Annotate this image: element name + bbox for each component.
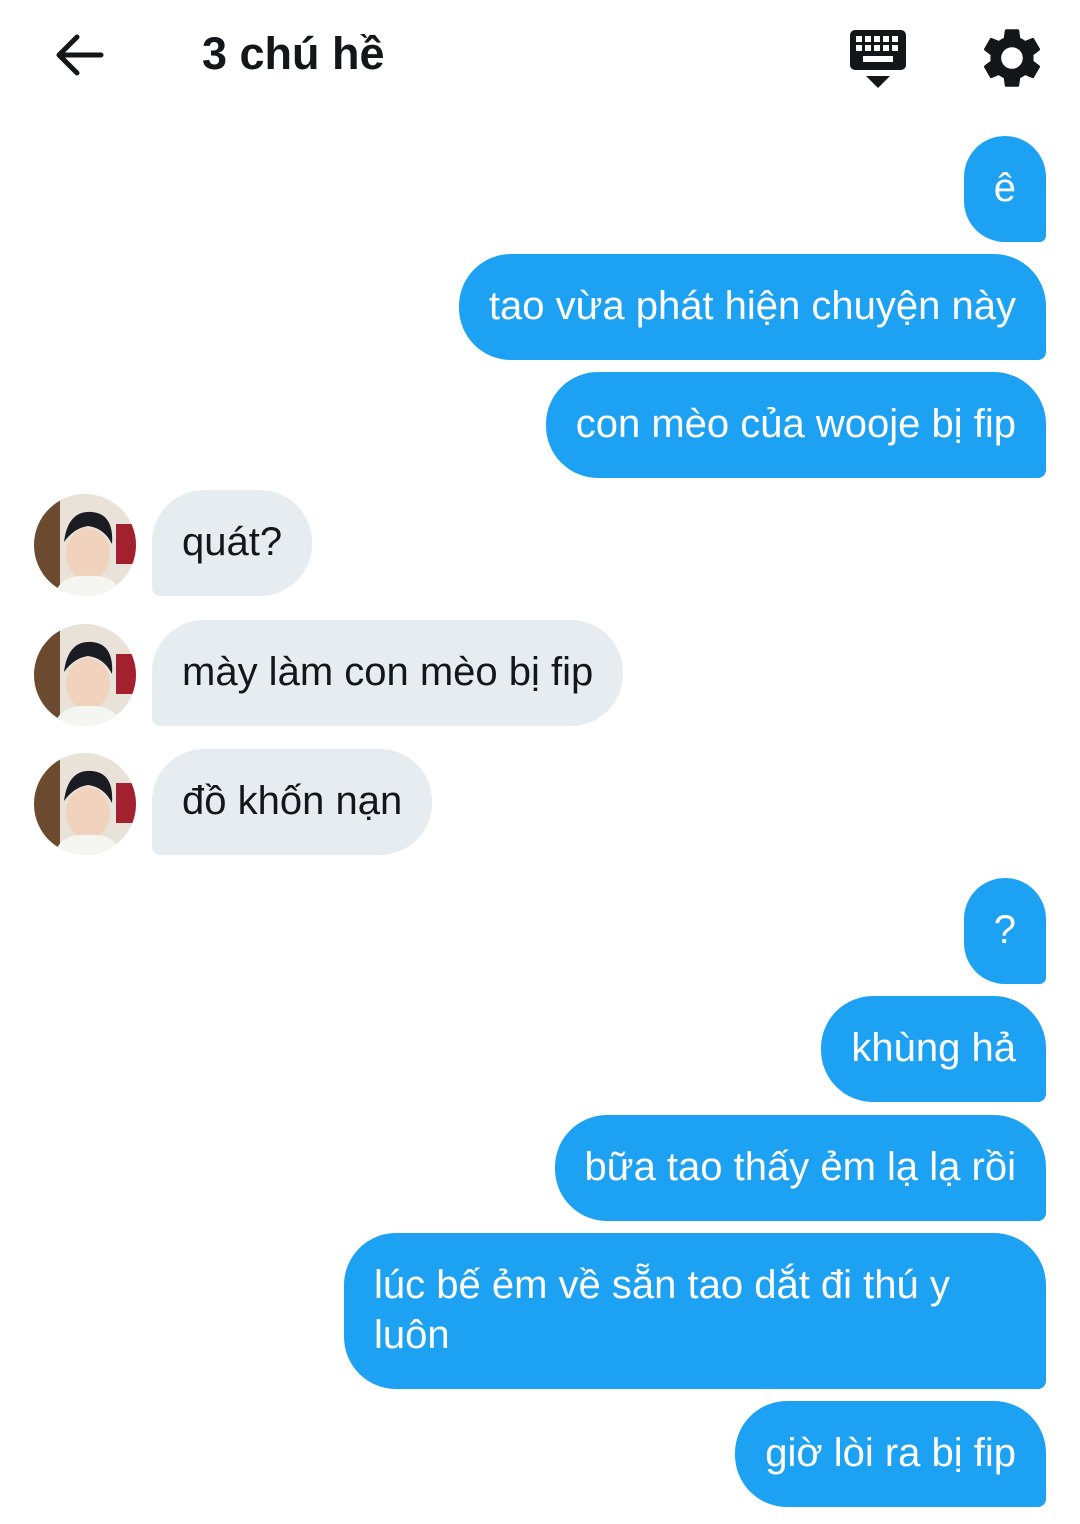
keyboard-icon <box>850 30 906 88</box>
outgoing-message[interactable]: tao vừa phát hiện chuyện này <box>458 254 1046 360</box>
avatar[interactable] <box>34 494 136 596</box>
avatar[interactable] <box>34 753 136 855</box>
outgoing-message[interactable]: giờ lòi ra bị fip <box>735 1401 1046 1507</box>
avatar-image <box>34 753 136 855</box>
conversation-header: 3 chú hề <box>0 0 1080 112</box>
keyboard-button[interactable] <box>842 22 914 94</box>
outgoing-message[interactable]: khùng hả <box>821 996 1046 1102</box>
gear-icon <box>983 29 1041 87</box>
outgoing-message[interactable]: con mèo của wooje bị fip <box>545 372 1046 478</box>
avatar[interactable] <box>34 624 136 726</box>
incoming-message[interactable]: đồ khốn nạn <box>152 749 433 855</box>
arrow-left-icon <box>56 34 104 76</box>
outgoing-message[interactable]: bữa tao thấy ẻm lạ lạ rồi <box>554 1115 1046 1221</box>
incoming-message[interactable]: quát? <box>152 490 313 596</box>
conversation-title: 3 chú hề <box>202 28 385 79</box>
back-button[interactable] <box>40 20 118 90</box>
outgoing-message[interactable]: lúc bế ẻm về sẵn tao dắt đi thú y luôn <box>344 1233 1046 1389</box>
settings-button[interactable] <box>976 22 1048 94</box>
outgoing-message[interactable]: ê <box>963 136 1046 242</box>
avatar-image <box>34 624 136 726</box>
incoming-message[interactable]: mày làm con mèo bị fip <box>152 620 624 726</box>
outgoing-message[interactable]: ? <box>963 878 1046 984</box>
avatar-image <box>34 494 136 596</box>
